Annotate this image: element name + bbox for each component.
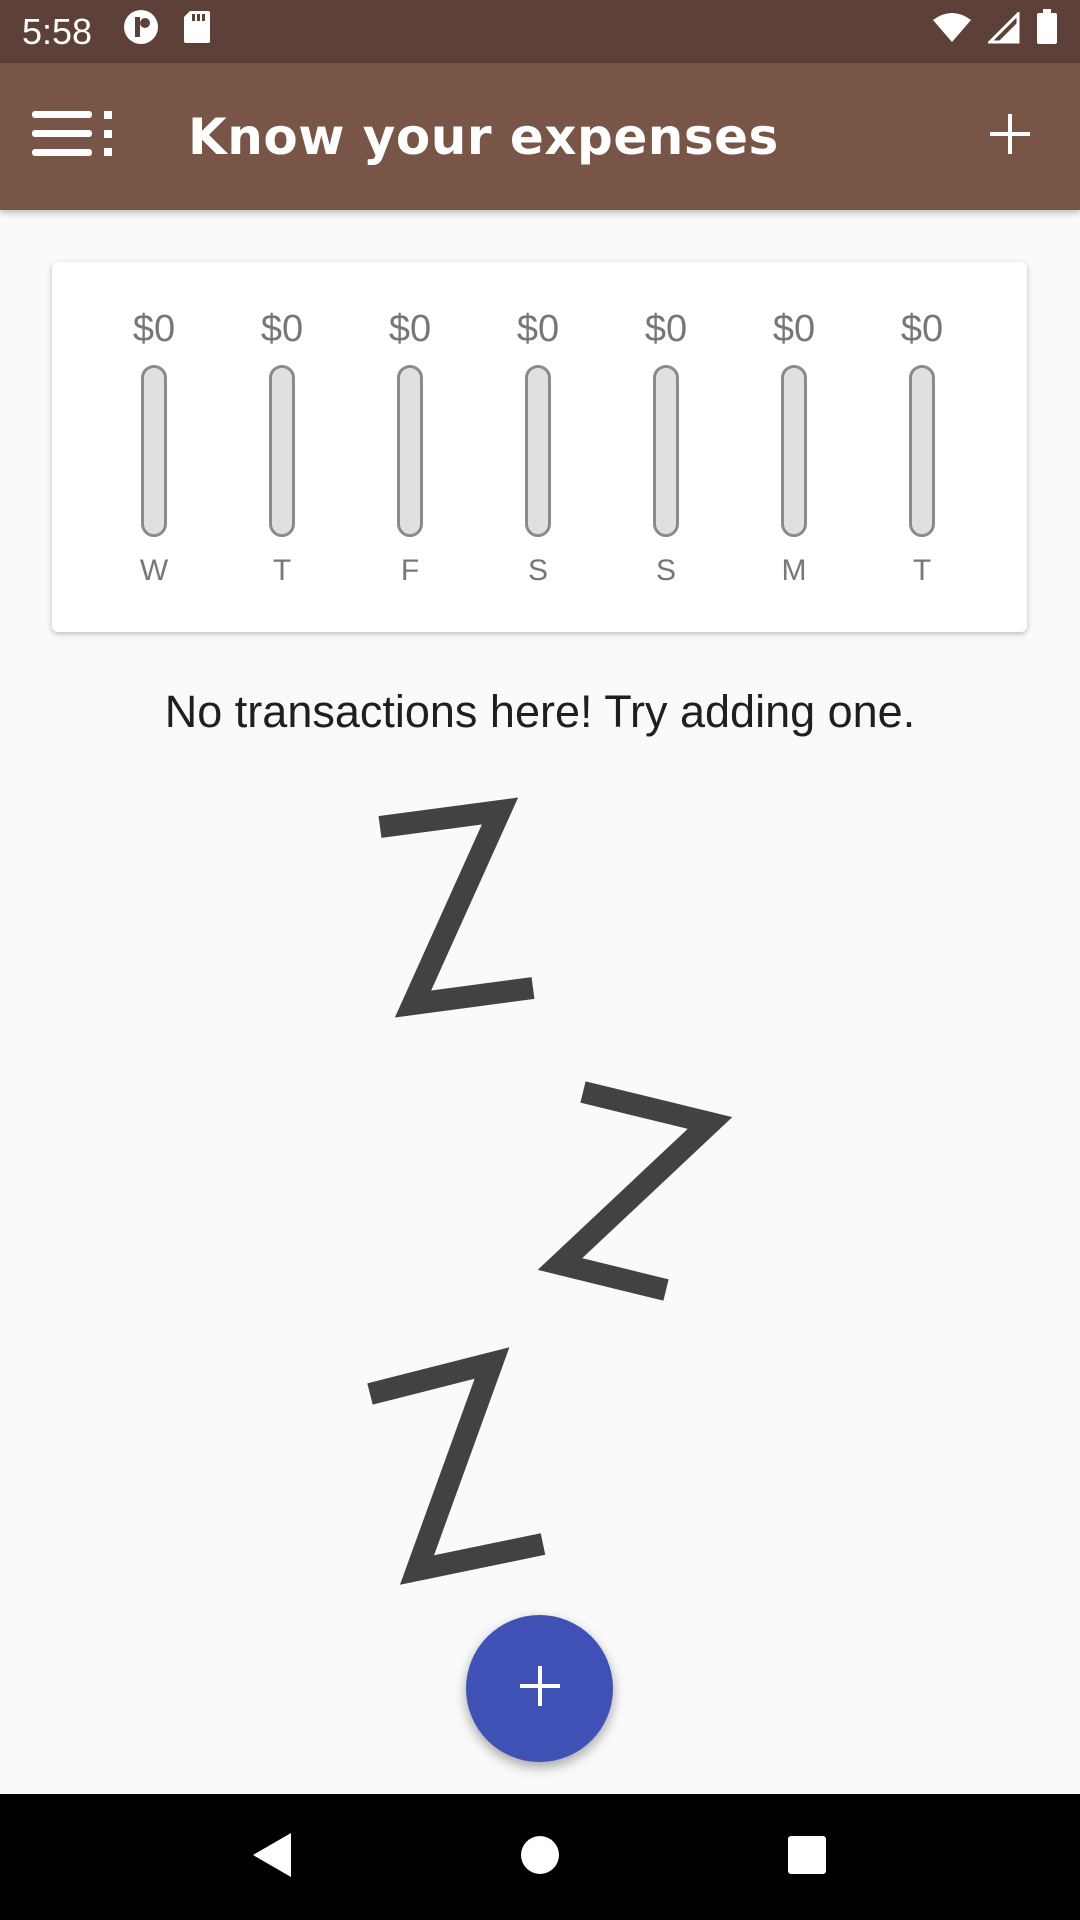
day-amount-label: $0	[644, 308, 688, 350]
day-amount-label: $0	[516, 308, 560, 350]
page-title: Know your expenses	[188, 107, 779, 166]
day-bar	[525, 365, 551, 537]
battery-icon	[1036, 9, 1058, 54]
day-label: W	[139, 554, 169, 587]
home-circle-icon	[519, 1834, 561, 1881]
day-label: T	[272, 554, 292, 587]
back-triangle-icon	[251, 1831, 295, 1884]
plus-icon	[519, 1666, 560, 1711]
day-column: $0 T	[882, 262, 962, 632]
signal-icon	[986, 9, 1020, 53]
day-amount-label: $0	[388, 308, 432, 350]
weekly-chart-card: $0 W $0 T $0 F $0 S $0 S $0 M $0 T	[52, 262, 1027, 632]
fab-add-transaction-button[interactable]	[466, 1615, 613, 1762]
wifi-icon	[932, 11, 972, 53]
day-column: $0 S	[498, 262, 578, 632]
day-label: M	[781, 554, 807, 587]
sd-card-icon	[182, 9, 212, 54]
day-amount-label: $0	[900, 308, 944, 350]
day-amount-label: $0	[772, 308, 816, 350]
sleeping-zzz-illustration	[367, 797, 733, 1585]
day-column: $0 F	[370, 262, 450, 632]
day-label: F	[400, 554, 420, 587]
day-amount-label: $0	[260, 308, 304, 350]
home-button[interactable]	[500, 1817, 580, 1897]
back-button[interactable]	[233, 1817, 313, 1897]
day-label: S	[527, 554, 548, 587]
day-bar	[909, 365, 935, 537]
status-time: 5:58	[22, 10, 93, 52]
day-bar	[653, 365, 679, 537]
recents-square-icon	[787, 1835, 827, 1880]
app-bar: Know your expenses	[0, 63, 1080, 210]
day-label: S	[655, 554, 676, 587]
day-bar	[269, 365, 295, 537]
day-column: $0 T	[242, 262, 322, 632]
system-nav-bar	[0, 1794, 1080, 1920]
add-expense-button[interactable]	[940, 63, 1080, 210]
day-label: T	[912, 554, 932, 587]
plus-icon	[990, 114, 1030, 159]
day-column: $0 W	[114, 262, 194, 632]
day-bar	[397, 365, 423, 537]
recents-button[interactable]	[767, 1817, 847, 1897]
app-notification-icon	[122, 8, 160, 55]
menu-button[interactable]	[8, 63, 138, 210]
day-column: $0 S	[626, 262, 706, 632]
day-amount-label: $0	[132, 308, 176, 350]
menu-icon	[32, 111, 114, 162]
day-bar	[141, 365, 167, 537]
day-bar	[781, 365, 807, 537]
empty-state-message: No transactions here! Try adding one.	[164, 686, 916, 737]
day-column: $0 M	[754, 262, 834, 632]
status-bar: 5:58	[0, 0, 1080, 63]
